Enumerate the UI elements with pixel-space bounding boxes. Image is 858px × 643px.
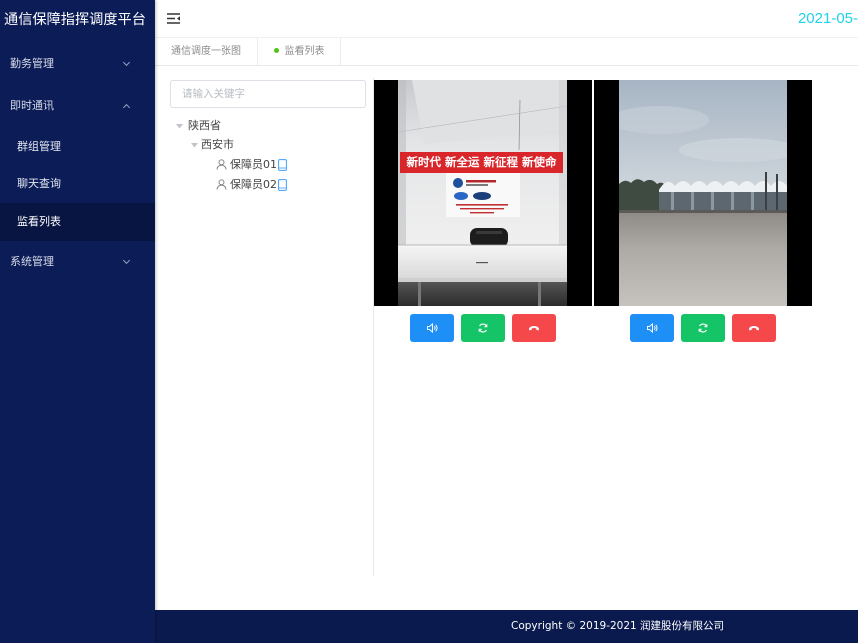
tree-node-label: 保障员02	[230, 178, 277, 191]
sidebar-item-label: 即时通讯	[10, 99, 54, 112]
video-frame-image: 新时代 新全运 新征程 新使命	[398, 80, 567, 306]
sidebar-item-label: 系统管理	[10, 255, 54, 268]
tree-node-city[interactable]: 西安市	[191, 136, 301, 154]
mobile-icon[interactable]	[278, 159, 287, 171]
sidebar: 通信保障指挥调度平台 勤务管理 即时通讯 群组管理 聊天查询 监看列表 系统管理	[0, 0, 155, 643]
chevron-down-icon	[122, 58, 131, 67]
tab-label: 通信调度一张图	[171, 46, 241, 57]
banner-text: 新时代 新全运 新征程 新使命	[400, 152, 563, 173]
video-feed-1: 新时代 新全运 新征程 新使命	[374, 80, 592, 306]
hangup-icon	[529, 326, 539, 331]
sidebar-item-label: 勤务管理	[10, 57, 54, 70]
chair	[470, 228, 508, 247]
ground	[619, 210, 787, 306]
hangup-icon	[749, 326, 759, 331]
mobile-icon[interactable]	[278, 179, 287, 191]
tree-node-label: 保障员01	[230, 158, 277, 171]
tree-node-province[interactable]: 陕西省	[176, 117, 296, 135]
search-input[interactable]	[170, 80, 366, 108]
app-title: 通信保障指挥调度平台	[4, 12, 146, 28]
fold-menu-icon[interactable]	[167, 13, 181, 24]
table	[398, 244, 567, 278]
caret-down-icon	[176, 124, 183, 129]
footer: Copyright © 2019-2021 润建股份有限公司	[155, 610, 858, 643]
floor	[398, 278, 567, 306]
wall-poster	[446, 173, 520, 217]
active-tab-dot	[273, 47, 279, 53]
switch-camera-button[interactable]	[681, 314, 725, 342]
video-frame-image	[619, 80, 787, 306]
tab-bar: 通信调度一张图 监看列表	[155, 38, 858, 66]
sidebar-item-duty-management[interactable]: 勤务管理	[0, 45, 155, 83]
hangup-button[interactable]	[732, 314, 776, 342]
current-date: 2021-05-	[797, 10, 858, 27]
tab-label: 监看列表	[284, 46, 325, 57]
hangup-button[interactable]	[512, 314, 556, 342]
sidebar-subitem-group-management[interactable]: 群组管理	[0, 128, 155, 166]
chevron-down-icon	[122, 256, 131, 265]
speaker-icon	[647, 322, 658, 334]
switch-camera-button[interactable]	[461, 314, 505, 342]
user-icon	[216, 159, 227, 170]
speaker-icon	[427, 322, 438, 334]
sidebar-subitem-monitor-list[interactable]: 监看列表	[0, 203, 155, 241]
tab-monitor-list[interactable]: 监看列表	[258, 38, 341, 65]
stadium-scene-image	[619, 80, 787, 306]
refresh-icon	[478, 323, 488, 333]
tree-node-label: 西安市	[201, 138, 234, 151]
sidebar-item-label: 群组管理	[17, 140, 61, 153]
tree-node-member[interactable]: 保障员01	[216, 156, 291, 174]
user-icon	[216, 179, 227, 190]
sidebar-item-label: 监看列表	[17, 215, 61, 228]
mute-button[interactable]	[630, 314, 674, 342]
copyright-text: Copyright © 2019-2021 润建股份有限公司	[511, 620, 725, 632]
main-area: 2021-05- 通信调度一张图 监看列表 陕西省 西安市 保障员01	[155, 0, 858, 643]
tree-node-label: 陕西省	[188, 119, 221, 132]
caret-down-icon	[191, 143, 198, 148]
room-scene-image	[398, 80, 567, 306]
sidebar-subitem-chat-query[interactable]: 聊天查询	[0, 165, 155, 203]
mute-button[interactable]	[410, 314, 454, 342]
sidebar-item-instant-messaging[interactable]: 即时通讯	[0, 87, 155, 125]
tab-dispatch-map[interactable]: 通信调度一张图	[155, 38, 258, 65]
sidebar-item-label: 聊天查询	[17, 177, 61, 190]
top-bar: 2021-05-	[155, 0, 858, 38]
video-feed-2	[594, 80, 812, 306]
refresh-icon	[698, 323, 708, 333]
chevron-up-icon	[122, 103, 131, 112]
tree-node-member[interactable]: 保障员02	[216, 176, 291, 194]
sidebar-item-system-management[interactable]: 系统管理	[0, 243, 155, 281]
